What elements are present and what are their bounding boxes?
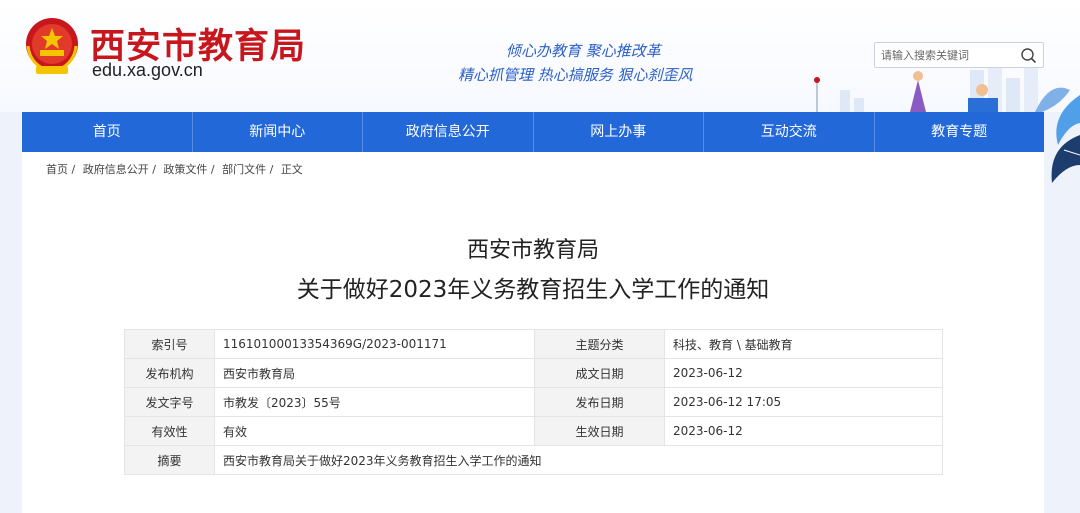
nav-item-home[interactable]: 首页: [22, 112, 193, 152]
doc-number-value: 市教发〔2023〕55号: [214, 387, 535, 417]
search-icon[interactable]: [1019, 46, 1039, 66]
main-nav: 首页 新闻中心 政府信息公开 网上办事 互动交流 教育专题: [22, 112, 1044, 152]
breadcrumb-dept-docs[interactable]: 部门文件 /: [222, 163, 273, 176]
breadcrumb-home[interactable]: 首页 /: [46, 163, 75, 176]
effective-date-label: 生效日期: [534, 416, 665, 446]
index-value: 11610100013354369G/2023-001171: [214, 329, 535, 359]
nav-item-education-topics[interactable]: 教育专题: [875, 112, 1045, 152]
nav-item-gov-info-disclosure[interactable]: 政府信息公开: [363, 112, 534, 152]
summary-value: 西安市教育局关于做好2023年义务教育招生入学工作的通知: [214, 445, 943, 475]
doc-number-label: 发文字号: [124, 387, 215, 417]
effective-date-value: 2023-06-12: [664, 416, 943, 446]
topic-value: 科技、教育 \ 基础教育: [664, 329, 943, 359]
document-metadata-table: 索引号 11610100013354369G/2023-001171 主题分类 …: [124, 329, 943, 475]
slogan-line-1: 倾心办教育 聚心推改革: [506, 42, 661, 60]
issuer-value: 西安市教育局: [214, 358, 535, 388]
breadcrumb-current: 正文: [280, 163, 303, 176]
validity-value: 有效: [214, 416, 535, 446]
written-date-label: 成文日期: [534, 358, 665, 388]
search-box[interactable]: [874, 42, 1044, 68]
publish-date-label: 发布日期: [534, 387, 665, 417]
site-header: 西安市教育局 edu.xa.gov.cn 倾心办教育 聚心推改革 精心抓管理 热…: [0, 0, 1080, 112]
table-row: 发文字号 市教发〔2023〕55号 发布日期 2023-06-12 17:05: [124, 387, 943, 417]
slogan-line-2: 精心抓管理 热心搞服务 狠心刹歪风: [458, 66, 693, 84]
table-row: 摘要 西安市教育局关于做好2023年义务教育招生入学工作的通知: [124, 445, 943, 475]
publish-date-value: 2023-06-12 17:05: [664, 387, 943, 417]
nav-item-news-center[interactable]: 新闻中心: [193, 112, 363, 152]
nav-item-online-services[interactable]: 网上办事: [534, 112, 704, 152]
search-input[interactable]: [881, 46, 1017, 64]
breadcrumb: 首页 / 政府信息公开 / 政策文件 / 部门文件 / 正文: [46, 161, 307, 177]
validity-label: 有效性: [124, 416, 215, 446]
index-label: 索引号: [124, 329, 215, 359]
article-container: 首页 / 政府信息公开 / 政策文件 / 部门文件 / 正文 西安市教育局 关于…: [22, 152, 1044, 513]
topic-label: 主题分类: [534, 329, 665, 359]
table-row: 发布机构 西安市教育局 成文日期 2023-06-12: [124, 358, 943, 388]
leaf-decoration-icon: [1051, 95, 1080, 183]
breadcrumb-gov-info[interactable]: 政府信息公开 /: [83, 163, 156, 176]
article-title-line-2: 关于做好2023年义务教育招生入学工作的通知: [296, 277, 770, 303]
summary-label: 摘要: [124, 445, 215, 475]
nav-item-interaction[interactable]: 互动交流: [704, 112, 875, 152]
breadcrumb-policy-docs[interactable]: 政策文件 /: [163, 163, 214, 176]
national-emblem-icon: [26, 18, 78, 74]
issuer-label: 发布机构: [124, 358, 215, 388]
article-title-line-1: 西安市教育局: [466, 238, 599, 263]
site-url: edu.xa.gov.cn: [92, 60, 203, 80]
written-date-value: 2023-06-12: [664, 358, 943, 388]
table-row: 索引号 11610100013354369G/2023-001171 主题分类 …: [124, 329, 943, 359]
table-row: 有效性 有效 生效日期 2023-06-12: [124, 416, 943, 446]
